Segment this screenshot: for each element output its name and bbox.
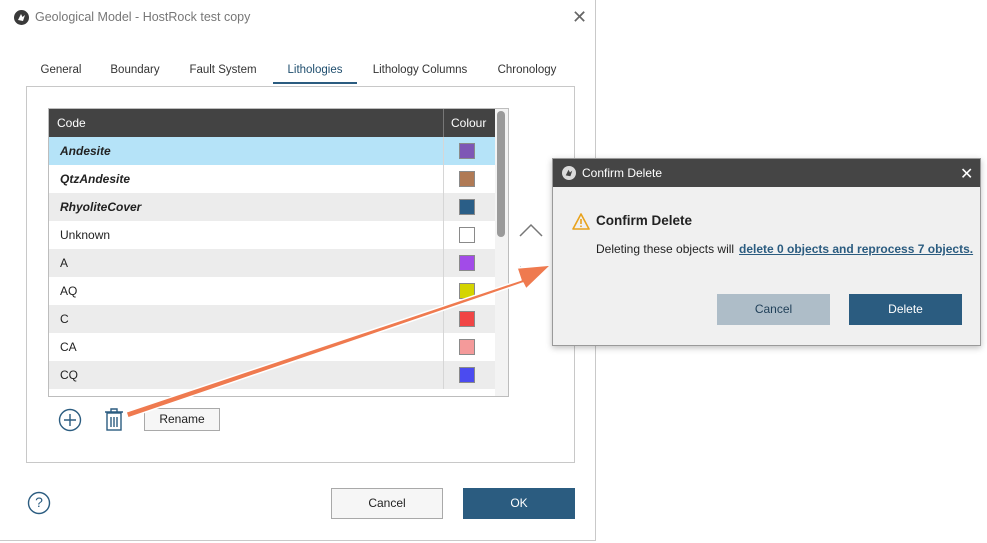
confirm-delete-label: Delete — [888, 302, 923, 316]
colour-swatch[interactable] — [459, 311, 475, 327]
table-row[interactable]: RhyoliteCover — [49, 193, 495, 221]
tab-boundary[interactable]: Boundary — [105, 64, 165, 76]
column-divider — [443, 361, 444, 389]
tab-lithologies[interactable]: Lithologies — [273, 64, 357, 76]
table-row[interactable]: CQ — [49, 361, 495, 389]
table-row[interactable]: A — [49, 249, 495, 277]
column-header-colour[interactable]: Colour — [451, 109, 486, 137]
app-logo-icon — [14, 10, 29, 25]
table-header: Code Colour — [49, 109, 508, 137]
confirm-title: Confirm Delete — [582, 166, 663, 180]
help-icon-glyph: ? — [35, 494, 43, 510]
ok-button[interactable]: OK — [463, 488, 575, 519]
warning-icon — [572, 213, 590, 230]
lithology-code: Unknown — [60, 228, 111, 242]
lithology-code: CA — [60, 340, 77, 354]
table-row[interactable]: Unknown — [49, 221, 495, 249]
column-divider — [443, 193, 444, 221]
confirm-delete-dialog: Confirm Delete ✕ Confirm Delete Deleting… — [552, 158, 981, 346]
tab-general[interactable]: General — [36, 64, 86, 76]
confirm-delete-button[interactable]: Delete — [849, 294, 962, 325]
lithology-table: Code Colour Andesite QtzAndesite RhyoliteC… — [48, 108, 509, 397]
lithology-code: A — [60, 256, 69, 270]
scrollbar-thumb[interactable] — [497, 111, 505, 237]
colour-swatch[interactable] — [459, 283, 475, 299]
colour-swatch[interactable] — [459, 199, 475, 215]
table-row[interactable]: QtzAndesite — [49, 165, 495, 193]
column-divider — [443, 277, 444, 305]
colour-swatch[interactable] — [459, 367, 475, 383]
dialog-title: Geological Model - HostRock test copy — [35, 10, 251, 24]
close-icon[interactable]: ✕ — [572, 8, 587, 26]
column-divider — [443, 137, 444, 165]
active-tab-indicator — [273, 82, 357, 84]
column-divider — [443, 333, 444, 361]
confirm-cancel-label: Cancel — [754, 302, 793, 316]
lithology-code: RhyoliteCover — [60, 200, 142, 214]
move-down-icon[interactable] — [518, 264, 544, 280]
tab-fault-system[interactable]: Fault System — [185, 64, 261, 76]
lithology-code: AQ — [60, 284, 78, 298]
colour-swatch[interactable] — [459, 339, 475, 355]
close-icon[interactable]: ✕ — [960, 164, 973, 184]
colour-swatch[interactable] — [459, 143, 475, 159]
column-divider — [443, 305, 444, 333]
cancel-button[interactable]: Cancel — [331, 488, 443, 519]
add-lithology-icon[interactable] — [58, 408, 82, 432]
confirm-heading: Confirm Delete — [596, 213, 693, 228]
delete-trash-icon[interactable] — [104, 407, 124, 432]
colour-swatch[interactable] — [459, 255, 475, 271]
confirm-titlebar: Confirm Delete ✕ — [553, 159, 980, 187]
lithology-code: C — [60, 312, 69, 326]
column-divider — [443, 109, 444, 137]
table-row[interactable]: AQ — [49, 277, 495, 305]
colour-swatch[interactable] — [459, 171, 475, 187]
confirm-cancel-button[interactable]: Cancel — [717, 294, 830, 325]
table-row[interactable]: C — [49, 305, 495, 333]
tab-chronology[interactable]: Chronology — [490, 64, 564, 76]
geological-model-dialog: Geological Model - HostRock test copy ✕ … — [0, 0, 596, 541]
table-row[interactable]: Andesite — [49, 137, 495, 165]
lithology-code: QtzAndesite — [60, 172, 131, 186]
cancel-button-label: Cancel — [368, 496, 406, 510]
column-divider — [443, 221, 444, 249]
column-divider — [443, 249, 444, 277]
delete-details-link[interactable]: delete 0 objects and reprocess 7 objects… — [739, 242, 973, 256]
tab-lithology-columns[interactable]: Lithology Columns — [366, 64, 474, 76]
column-header-code[interactable]: Code — [57, 109, 86, 137]
app-logo-icon — [562, 166, 576, 180]
rename-button[interactable]: Rename — [144, 408, 220, 431]
move-up-icon[interactable] — [518, 222, 544, 238]
ok-button-label: OK — [510, 496, 528, 510]
rename-button-label: Rename — [159, 412, 205, 426]
column-divider — [443, 165, 444, 193]
table-row[interactable]: CA — [49, 333, 495, 361]
confirm-message: Deleting these objects will — [596, 242, 735, 256]
help-icon[interactable]: ? — [27, 491, 51, 515]
lithology-code: CQ — [60, 368, 78, 382]
colour-swatch[interactable] — [459, 227, 475, 243]
table-scrollbar[interactable] — [495, 109, 508, 396]
lithology-code: Andesite — [60, 144, 111, 158]
